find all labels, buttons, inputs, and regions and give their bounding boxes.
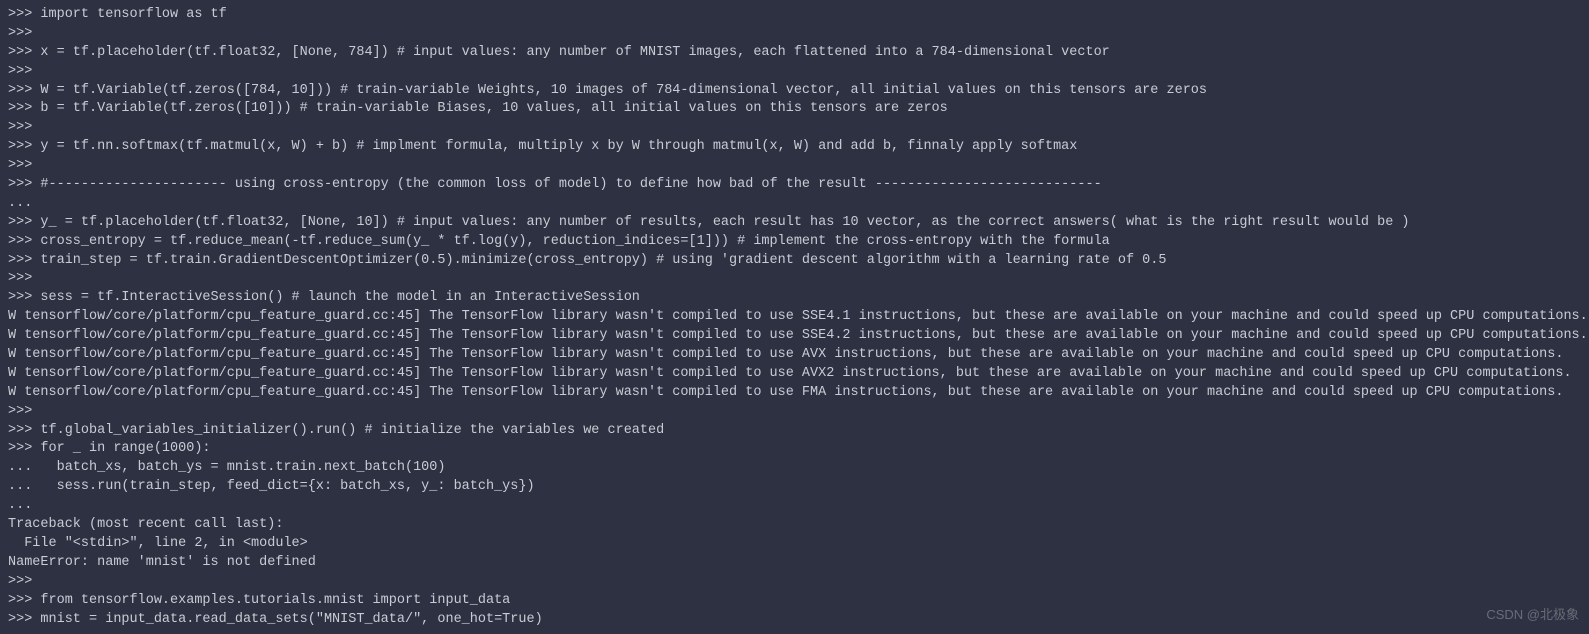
terminal-line: >>> x = tf.placeholder(tf.float32, [None… <box>8 44 1581 63</box>
terminal-line: >>> <box>8 63 1581 82</box>
terminal-line: ... <box>8 195 1581 214</box>
terminal-line: >>> <box>8 270 1581 289</box>
terminal-line: W tensorflow/core/platform/cpu_feature_g… <box>8 384 1581 403</box>
terminal-line: ... sess.run(train_step, feed_dict={x: b… <box>8 478 1581 497</box>
terminal-line: W tensorflow/core/platform/cpu_feature_g… <box>8 308 1581 327</box>
terminal-line: >>> import tensorflow as tf <box>8 6 1581 25</box>
terminal-line: ... batch_xs, batch_ys = mnist.train.nex… <box>8 459 1581 478</box>
terminal-line: >>> tf.global_variables_initializer().ru… <box>8 422 1581 441</box>
terminal-line: >>> <box>8 25 1581 44</box>
terminal-line: W tensorflow/core/platform/cpu_feature_g… <box>8 346 1581 365</box>
terminal-line: >>> <box>8 157 1581 176</box>
terminal-line: NameError: name 'mnist' is not defined <box>8 554 1581 573</box>
terminal-line: >>> from tensorflow.examples.tutorials.m… <box>8 592 1581 611</box>
terminal-output[interactable]: >>> import tensorflow as tf>>>>>> x = tf… <box>8 6 1581 629</box>
terminal-line: ... <box>8 497 1581 516</box>
terminal-line: W tensorflow/core/platform/cpu_feature_g… <box>8 365 1581 384</box>
terminal-line: >>> train_step = tf.train.GradientDescen… <box>8 252 1581 271</box>
terminal-line: >>> <box>8 573 1581 592</box>
terminal-line: >>> <box>8 119 1581 138</box>
terminal-line: >>> cross_entropy = tf.reduce_mean(-tf.r… <box>8 233 1581 252</box>
terminal-line: >>> W = tf.Variable(tf.zeros([784, 10]))… <box>8 82 1581 101</box>
terminal-line: >>> y_ = tf.placeholder(tf.float32, [Non… <box>8 214 1581 233</box>
terminal-line: File "<stdin>", line 2, in <module> <box>8 535 1581 554</box>
terminal-line: >>> <box>8 403 1581 422</box>
terminal-line: W tensorflow/core/platform/cpu_feature_g… <box>8 327 1581 346</box>
terminal-line: >>> for _ in range(1000): <box>8 440 1581 459</box>
terminal-line: Traceback (most recent call last): <box>8 516 1581 535</box>
terminal-line: >>> sess = tf.InteractiveSession() # lau… <box>8 289 1581 308</box>
terminal-line: >>> mnist = input_data.read_data_sets("M… <box>8 611 1581 630</box>
terminal-line: >>> b = tf.Variable(tf.zeros([10])) # tr… <box>8 100 1581 119</box>
watermark: CSDN @北极象 <box>1486 606 1579 624</box>
terminal-line: >>> #---------------------- using cross-… <box>8 176 1581 195</box>
terminal-line: >>> y = tf.nn.softmax(tf.matmul(x, W) + … <box>8 138 1581 157</box>
